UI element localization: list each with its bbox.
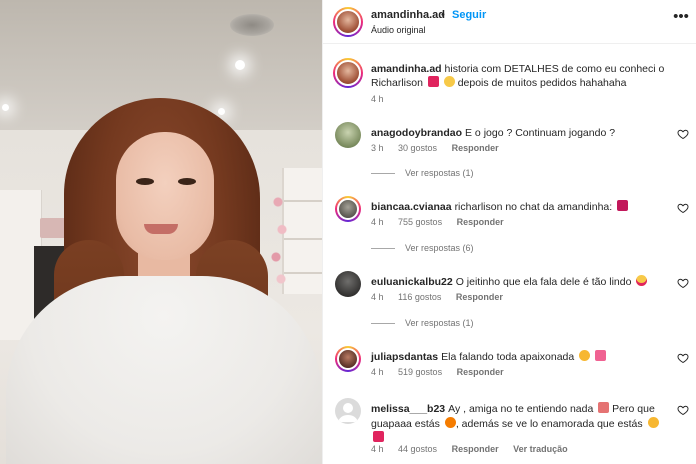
comment-time: 4 h [371,367,384,377]
avatar[interactable] [333,58,363,88]
comment-username[interactable]: melissa___b23 [371,403,445,415]
comment-likes[interactable]: 116 gostos [398,292,441,302]
caption-username[interactable]: amandinha.ad [371,63,442,75]
comment-meta: 4 h 116 gostos Responder [371,292,515,302]
comment-likes[interactable]: 755 gostos [398,217,442,227]
comment-time: 4 h [371,292,384,302]
comment-time: 4 h [371,444,384,454]
comment-text: biancaa.cvianaa richarlison no chat da am… [371,200,671,214]
post-header: amandinha.ad • Seguir Áudio original ••• [323,0,696,44]
more-horizontal-icon[interactable]: ••• [673,9,689,26]
reply-button[interactable]: Responder [457,367,504,377]
reply-button[interactable]: Responder [452,444,499,454]
see-no-evil-emoji-icon [598,402,610,413]
default-avatar-icon [338,403,358,422]
comment-body: Ela falando toda apaixonada [441,351,575,363]
replies-divider [371,173,395,175]
comment-username[interactable]: juliapsdantas [371,351,438,363]
mouth [144,224,178,234]
heart-eyes-cat-emoji-icon [444,416,456,428]
ceiling-light [2,104,9,111]
like-heart-icon[interactable] [677,202,689,214]
caption-body-end: depois de muitos pedidos hahahaha [457,77,627,89]
comment-body: Ay , amiga no te entiendo nada [448,403,594,415]
ceiling-speaker [230,14,274,36]
comment-time: 4 h [371,217,384,227]
comment-meta: 4 h 519 gostos Responder [371,367,516,377]
comment-text: euluanickalbu22 O jeitinho que ela fala d… [371,275,671,289]
ceiling-light [218,108,225,115]
comment-likes[interactable]: 519 gostos [398,367,442,377]
comments-panel: amandinha.ad • Seguir Áudio original •••… [322,0,696,464]
post-username[interactable]: amandinha.ad [371,9,445,21]
reel-video[interactable] [0,0,322,464]
avatar[interactable] [335,346,361,372]
caption-time: 4 h [371,94,384,104]
flowers [270,180,290,290]
comment-text: melissa___b23 Ay , amiga no te entiendo n… [371,402,671,446]
caption-text: amandinha.ad historia com DETALHES de co… [371,62,689,90]
like-heart-icon[interactable] [677,352,689,364]
comment-body: O jeitinho que ela fala dele é tão lindo [455,276,632,288]
comment-username[interactable]: euluanickalbu22 [371,276,453,288]
like-heart-icon[interactable] [677,404,689,416]
ceiling-light [235,60,245,70]
replies-divider [371,323,395,325]
avatar[interactable] [335,122,361,148]
comment-body-3: , además se ve lo enamorada que estás [455,417,643,430]
face [116,132,214,260]
separator-dot: • [441,9,445,21]
comment-body: richarlison no chat da amandinha: [454,201,613,213]
heart-eyes-emoji-icon [636,275,648,286]
follow-button[interactable]: Seguir [452,9,486,21]
sweater [6,276,322,464]
view-replies-label[interactable]: Ver respostas (1) [405,318,474,328]
like-heart-icon[interactable] [677,128,689,140]
avatar[interactable] [335,271,361,297]
translate-button[interactable]: Ver tradução [513,444,568,454]
heart-emoji-icon [427,76,439,87]
comment-text: anagodoybrandao E o jogo ? Continuam joga… [371,126,671,140]
sparkling-heart-emoji-icon [595,350,607,361]
comment-likes[interactable]: 30 gostos [398,143,437,153]
pleading-emoji-icon [647,416,659,428]
comment-meta: 4 h 755 gostos Responder [371,217,516,227]
boot-emoji-icon [617,200,629,211]
comment-username[interactable]: anagodoybrandao [371,127,462,139]
comment-likes[interactable]: 44 gostos [398,444,437,454]
audio-label[interactable]: Áudio original [371,25,426,35]
comment-username[interactable]: biancaa.cvianaa [371,201,452,213]
comment-meta: 4 h 44 gostos Responder Ver tradução [371,444,580,454]
reply-button[interactable]: Responder [456,292,503,302]
comment-body: E o jogo ? Continuam jogando ? [465,127,616,139]
dizzy-emoji-icon [443,76,455,87]
comment-time: 3 h [371,143,384,153]
view-replies-button[interactable]: Ver respostas (6) [371,243,474,253]
eye [178,178,196,185]
avatar[interactable] [333,7,363,37]
pleading-emoji-icon [579,350,591,361]
like-heart-icon[interactable] [677,277,689,289]
avatar[interactable] [335,196,361,222]
view-replies-label[interactable]: Ver respostas (1) [405,168,474,178]
replies-divider [371,248,395,250]
avatar[interactable] [335,398,361,424]
eye [136,178,154,185]
view-replies-button[interactable]: Ver respostas (1) [371,168,474,178]
heart-emoji-icon [373,431,384,442]
comment-meta: 3 h 30 gostos Responder [371,143,511,153]
view-replies-label[interactable]: Ver respostas (6) [405,243,474,253]
view-replies-button[interactable]: Ver respostas (1) [371,318,474,328]
comment-text: juliapsdantas Ela falando toda apaixonada [371,350,671,364]
reply-button[interactable]: Responder [457,217,504,227]
reply-button[interactable]: Responder [452,143,499,153]
